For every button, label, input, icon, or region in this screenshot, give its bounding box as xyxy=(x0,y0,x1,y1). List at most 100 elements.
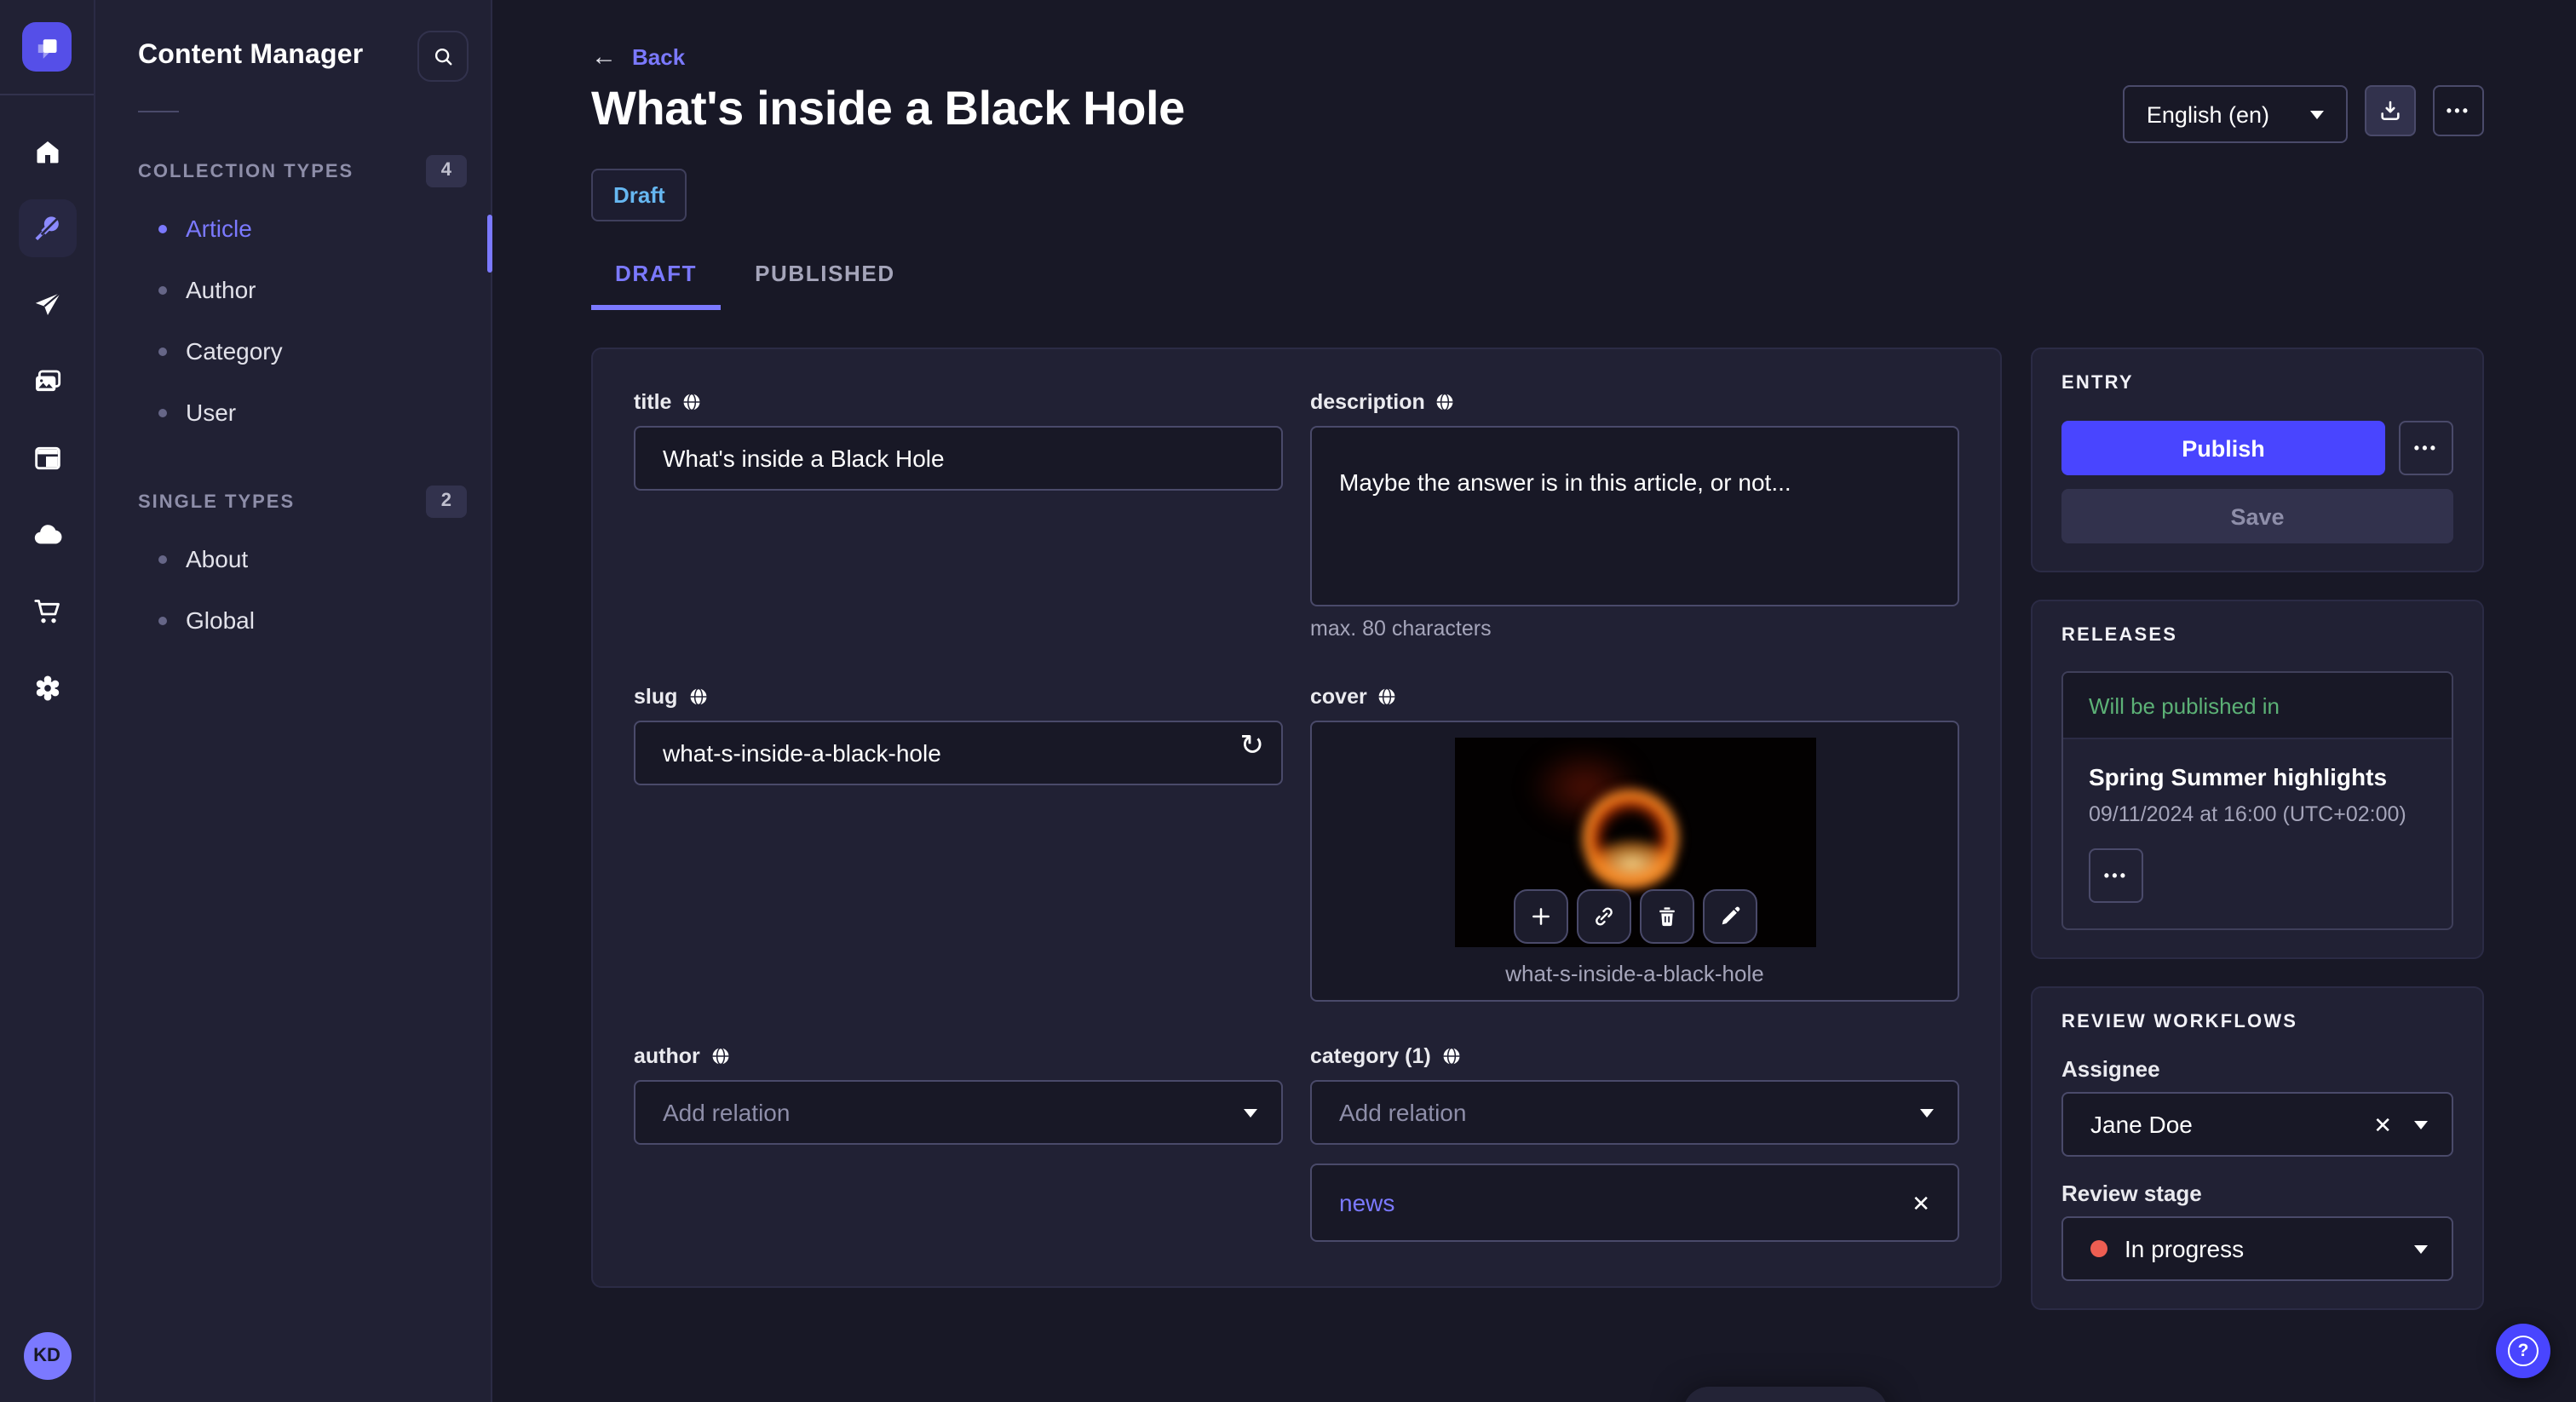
home-icon xyxy=(36,141,58,164)
app-window: KD Content Manager COLLECTION TYPES 4 Ar… xyxy=(0,0,2576,1402)
entry-more-button[interactable]: ••• xyxy=(2399,421,2453,475)
bullet-icon xyxy=(158,408,167,417)
collection-types-header: COLLECTION TYPES xyxy=(138,161,354,181)
rail-divider xyxy=(0,94,94,95)
assignee-label: Assignee xyxy=(2061,1056,2160,1082)
cover-copy-link-button[interactable] xyxy=(1576,888,1630,944)
release-more-button[interactable]: ••• xyxy=(2089,848,2143,903)
sidebar-item-user[interactable]: User xyxy=(95,382,491,443)
search-button[interactable] xyxy=(417,31,469,82)
category-field-label: category (1) xyxy=(1310,1044,1431,1069)
subnav-title: Content Manager xyxy=(138,41,364,70)
export-button[interactable] xyxy=(2365,85,2416,136)
review-panel-header: REVIEW WORKFLOWS xyxy=(2061,1012,2298,1032)
sidebar-item-author[interactable]: Author xyxy=(95,259,491,320)
sidebar-item-article[interactable]: Article xyxy=(95,198,491,259)
author-relation-select[interactable]: Add relation xyxy=(634,1080,1283,1146)
content-manager-nav-button[interactable] xyxy=(18,199,76,257)
save-button[interactable]: Save xyxy=(2061,489,2453,543)
publish-button[interactable]: Publish xyxy=(2061,421,2385,475)
field-cover: cover what-s-inside-a-black-hole xyxy=(1310,684,1959,1003)
bullet-icon xyxy=(158,616,167,624)
bullet-icon xyxy=(158,554,167,563)
collection-types-list: Article Author Category User xyxy=(95,198,491,443)
content-type-builder-nav-button[interactable] xyxy=(18,429,76,487)
download-icon xyxy=(2381,101,2400,121)
header-more-button[interactable]: ••• xyxy=(2433,85,2484,136)
entry-panel: ENTRY Publish ••• Save xyxy=(2031,348,2484,572)
bullet-icon xyxy=(158,285,167,294)
page-title: What's inside a Black Hole xyxy=(591,82,1185,135)
globe-icon xyxy=(684,393,700,411)
single-types-count-badge: 2 xyxy=(425,486,467,518)
assignee-value: Jane Doe xyxy=(2090,1111,2193,1138)
bullet-icon xyxy=(158,224,167,233)
cover-add-button[interactable] xyxy=(1513,888,1567,944)
help-button[interactable]: ? xyxy=(2496,1324,2550,1378)
release-card: Will be published in Spring Summer highl… xyxy=(2061,671,2453,930)
author-field-label: author xyxy=(634,1044,700,1069)
globe-icon xyxy=(1443,1048,1460,1066)
assignee-select[interactable]: Jane Doe ✕ xyxy=(2061,1092,2453,1157)
sidebar-item-category[interactable]: Category xyxy=(95,320,491,382)
media-library-nav-button[interactable] xyxy=(18,353,76,411)
slug-input[interactable]: what-s-inside-a-black-hole xyxy=(634,720,1283,785)
user-avatar[interactable]: KD xyxy=(23,1332,71,1380)
chevron-down-icon xyxy=(2310,110,2324,118)
cover-field-label: cover xyxy=(1310,684,1367,709)
releases-nav-button[interactable] xyxy=(18,276,76,334)
description-field-label: description xyxy=(1310,390,1425,414)
link-icon xyxy=(1595,906,1612,925)
cloud-icon xyxy=(33,525,61,544)
sidebar-item-label: User xyxy=(186,399,237,426)
back-label: Back xyxy=(632,44,686,70)
cart-icon xyxy=(33,600,59,623)
category-relation-item: news ✕ xyxy=(1310,1164,1959,1243)
scroll-pill xyxy=(1683,1387,1888,1402)
clear-assignee-icon[interactable]: ✕ xyxy=(2373,1113,2392,1135)
entry-form-card: title What's inside a Black Hole descrip… xyxy=(591,348,2002,1288)
regenerate-slug-icon[interactable]: ↻ xyxy=(1240,731,1265,761)
paper-plane-icon xyxy=(34,292,60,315)
locale-select[interactable]: English (en) xyxy=(2122,85,2348,143)
relation-link-news[interactable]: news xyxy=(1339,1190,1394,1217)
ellipsis-icon: ••• xyxy=(2413,439,2439,456)
cloud-nav-button[interactable] xyxy=(18,506,76,564)
search-icon xyxy=(434,47,451,65)
sidebar-item-global[interactable]: Global xyxy=(95,589,491,651)
remove-relation-icon[interactable]: ✕ xyxy=(1912,1192,1930,1215)
globe-icon xyxy=(1379,687,1396,705)
review-stage-select[interactable]: In progress xyxy=(2061,1216,2453,1281)
description-textarea[interactable]: Maybe the answer is in this article, or … xyxy=(1310,426,1959,606)
strapi-logo[interactable] xyxy=(22,22,72,72)
category-relation-select[interactable]: Add relation xyxy=(1310,1080,1959,1146)
entry-panel-header: ENTRY xyxy=(2061,373,2134,394)
side-panels: ENTRY Publish ••• Save RELEASES Will be … xyxy=(2031,348,2484,1310)
category-placeholder: Add relation xyxy=(1339,1099,1467,1127)
locale-selected-value: English (en) xyxy=(2146,101,2269,127)
content-manager-subnav: Content Manager COLLECTION TYPES 4 Artic… xyxy=(95,0,492,1402)
releases-panel-header: RELEASES xyxy=(2061,625,2178,646)
sidebar-item-label: Global xyxy=(186,606,255,634)
release-title: Spring Summer highlights xyxy=(2089,763,2388,790)
field-author: author Add relation xyxy=(634,1045,1283,1245)
review-stage-label: Review stage xyxy=(2061,1181,2202,1206)
tab-draft[interactable]: DRAFT xyxy=(591,261,722,310)
field-slug: slug what-s-inside-a-black-hole ↻ xyxy=(634,684,1283,1003)
cover-delete-button[interactable] xyxy=(1639,888,1693,944)
cover-edit-button[interactable] xyxy=(1702,888,1757,944)
subnav-divider xyxy=(138,111,179,112)
back-link[interactable]: ← Back xyxy=(591,44,685,70)
main-nav-rail: KD xyxy=(0,0,95,1402)
ellipsis-icon: ••• xyxy=(2446,101,2471,118)
cover-media-box: what-s-inside-a-black-hole xyxy=(1310,720,1959,1002)
collection-types-count-badge: 4 xyxy=(425,155,467,187)
home-nav-button[interactable] xyxy=(18,123,76,181)
tab-published[interactable]: PUBLISHED xyxy=(731,261,919,310)
title-input[interactable]: What's inside a Black Hole xyxy=(634,426,1283,491)
settings-nav-button[interactable] xyxy=(18,659,76,717)
plus-icon xyxy=(1532,907,1549,925)
release-status: Will be published in xyxy=(2063,673,2452,739)
marketplace-nav-button[interactable] xyxy=(18,583,76,641)
sidebar-item-about[interactable]: About xyxy=(95,528,491,589)
